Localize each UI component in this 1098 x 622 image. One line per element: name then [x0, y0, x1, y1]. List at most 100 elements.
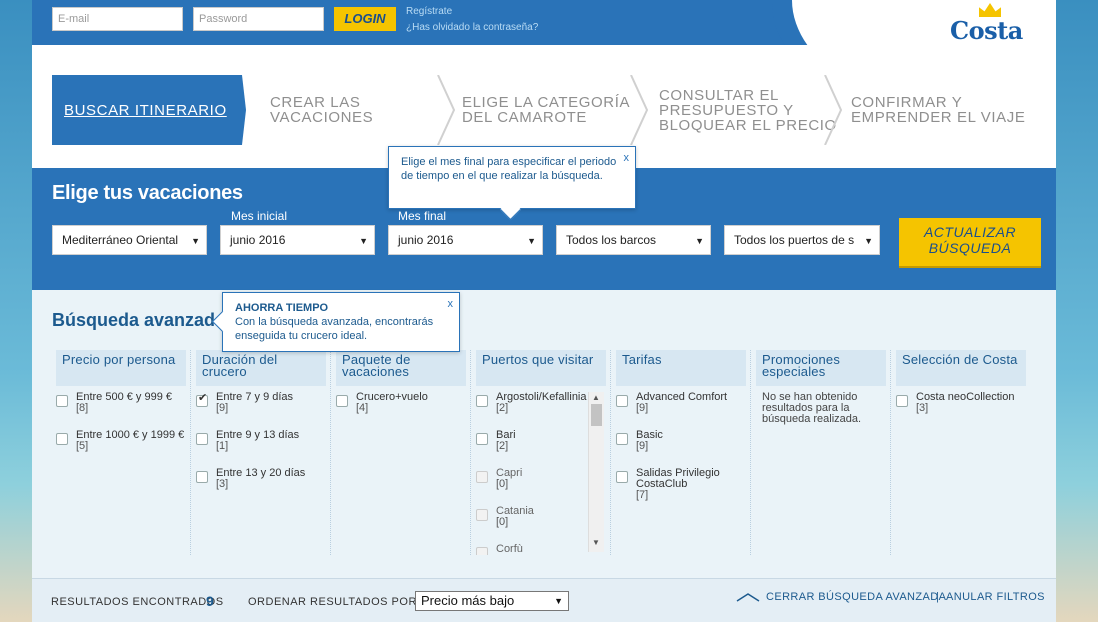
step-label: CONFIRMAR Y EMPRENDER EL VIAJE	[851, 94, 1026, 126]
end-month-value: junio 2016	[398, 233, 454, 247]
background-beach-right	[1056, 0, 1098, 622]
register-link[interactable]: Regístrate	[406, 6, 452, 17]
option-label: Entre 9 y 13 días	[216, 429, 300, 441]
checkbox[interactable]	[196, 471, 208, 483]
close-advanced-label: CERRAR BÚSQUEDA AVANZADA	[766, 591, 947, 603]
step-quote: CONSULTAR EL PRESUPUESTO Y BLOQUEAR EL P…	[659, 75, 844, 145]
option-label: Costa neoCollection	[916, 391, 1015, 403]
filter-header: Duración del crucero	[196, 350, 326, 386]
column-divider	[330, 350, 331, 555]
filter-option[interactable]: Entre 7 y 9 días[9]	[196, 392, 326, 430]
checkbox[interactable]	[616, 395, 628, 407]
checkbox	[476, 509, 488, 521]
option-count: [3]	[216, 478, 229, 490]
filter-option[interactable]: Salidas Privilegio CostaClub [7]	[616, 468, 746, 506]
order-select[interactable]: Precio más bajo ▼	[415, 591, 569, 611]
checkbox[interactable]	[476, 433, 488, 445]
chevron-right-icon	[823, 74, 843, 146]
option-label: Advanced Comfort	[636, 391, 728, 403]
filter-option[interactable]: Entre 13 y 20 días [3]	[196, 468, 326, 506]
ships-value: Todos los barcos	[566, 233, 657, 247]
filter-option: Corfù	[476, 544, 606, 555]
end-month-tooltip: Elige el mes final para especificar el p…	[388, 146, 636, 209]
dropdown-arrow-icon: ▼	[695, 236, 704, 246]
filter-option[interactable]: Argostoli/Kefallinia [2]	[476, 392, 606, 430]
email-field[interactable]	[52, 7, 183, 31]
checkbox	[476, 547, 488, 555]
filter-header: Tarifas	[616, 350, 746, 386]
results-label: RESULTADOS ENCONTRADOS	[51, 596, 224, 608]
filter-header: Selección de Costa	[896, 350, 1026, 386]
chevron-up-icon	[736, 593, 760, 602]
step-search-itinerary[interactable]: BUSCAR ITINERARIO	[52, 75, 246, 145]
dropdown-arrow-icon: ▼	[191, 236, 200, 246]
filter-header: Precio por persona	[56, 350, 186, 386]
forgot-password-link[interactable]: ¿Has olvidado la contraseña?	[406, 22, 538, 33]
order-label: ORDENAR RESULTADOS POR:	[248, 596, 421, 608]
close-advanced-link[interactable]: CERRAR BÚSQUEDA AVANZADA	[736, 591, 946, 603]
filter-option[interactable]: Entre 9 y 13 días [1]	[196, 430, 326, 468]
scroll-down-icon[interactable]: ▼	[592, 538, 600, 547]
update-search-button[interactable]: ACTUALIZAR BÚSQUEDA	[899, 218, 1041, 266]
option-label: Entre 500 € y 999 €	[76, 391, 173, 403]
filter-option[interactable]: Crucero+vuelo [4]	[336, 392, 466, 430]
step-label: BUSCAR ITINERARIO	[64, 101, 227, 119]
column-divider	[190, 350, 191, 555]
start-month-value: junio 2016	[230, 233, 286, 247]
option-count: [9]	[636, 402, 649, 414]
results-count: 9	[206, 593, 214, 609]
end-month-select[interactable]: junio 2016 ▼	[388, 225, 543, 255]
start-month-label: Mes inicial	[231, 209, 288, 223]
ships-select[interactable]: Todos los barcos ▼	[556, 225, 711, 255]
checkbox[interactable]	[616, 471, 628, 483]
page-container: LOGIN Regístrate ¿Has olvidado la contra…	[32, 0, 1056, 622]
filter-option[interactable]: Entre 1000 € y 1999 € [5]	[56, 430, 186, 468]
ports-scrollbar[interactable]: ▲ ▼	[588, 392, 604, 552]
filter-option[interactable]: Entre 500 € y 999 € [8]	[56, 392, 186, 430]
checkbox[interactable]	[196, 433, 208, 445]
chevron-right-icon	[436, 74, 456, 146]
ports-select[interactable]: Todos los puertos de s ▼	[724, 225, 880, 255]
option-count: [8]	[76, 402, 89, 414]
scroll-up-icon[interactable]: ▲	[592, 393, 600, 402]
password-field[interactable]	[193, 7, 324, 31]
filter-option[interactable]: Costa neoCollection [3]	[896, 392, 1026, 430]
option-count: [4]	[356, 402, 369, 414]
costa-logo[interactable]: Costa	[950, 16, 1023, 45]
checkbox[interactable]	[196, 393, 208, 407]
filter-option[interactable]: Advanced Comfort [9]	[616, 392, 746, 430]
filter-option[interactable]: Bari [2]	[476, 430, 606, 468]
column-divider	[750, 350, 751, 555]
filter-duration: Duración del crucero Entre 7 y 9 días[9]…	[196, 350, 326, 506]
checkbox[interactable]	[896, 395, 908, 407]
tooltip-heading: AHORRA TIEMPO	[235, 302, 329, 314]
checkbox[interactable]	[56, 433, 68, 445]
destination-select[interactable]: Mediterráneo Oriental ▼	[52, 225, 207, 255]
results-bar: RESULTADOS ENCONTRADOS 9 ORDENAR RESULTA…	[32, 578, 1056, 622]
checkbox[interactable]	[56, 395, 68, 407]
dropdown-arrow-icon: ▼	[554, 596, 563, 606]
option-count: [7]	[636, 489, 649, 501]
filter-option: Catania [0]	[476, 506, 606, 544]
advanced-search-title: Búsqueda avanzada	[52, 310, 226, 330]
filter-option: Capri [0]	[476, 468, 606, 506]
step-label: CONSULTAR EL PRESUPUESTO Y BLOQUEAR EL P…	[659, 86, 837, 134]
dropdown-arrow-icon: ▼	[359, 236, 368, 246]
tooltip-text: Con la búsqueda avanzada, encontrarás en…	[235, 316, 434, 342]
checkbox[interactable]	[616, 433, 628, 445]
cancel-filters-link[interactable]: ANULAR FILTROS	[946, 591, 1045, 603]
close-icon[interactable]: x	[624, 151, 630, 165]
login-button[interactable]: LOGIN	[334, 7, 396, 31]
option-count: [9]	[216, 402, 229, 414]
filter-option[interactable]: Basic [9]	[616, 430, 746, 468]
option-label: Entre 1000 € y 1999 €	[76, 429, 185, 441]
start-month-select[interactable]: junio 2016 ▼	[220, 225, 375, 255]
option-count: [5]	[76, 440, 89, 452]
checkbox[interactable]	[476, 395, 488, 407]
scroll-thumb[interactable]	[591, 404, 602, 426]
checkbox[interactable]	[336, 395, 348, 407]
search-title: Elige tus vacaciones	[52, 182, 243, 204]
advanced-search-tooltip: AHORRA TIEMPO Con la búsqueda avanzada, …	[222, 292, 460, 352]
close-icon[interactable]: x	[448, 297, 454, 311]
filter-price: Precio por persona Entre 500 € y 999 € [8…	[56, 350, 186, 468]
